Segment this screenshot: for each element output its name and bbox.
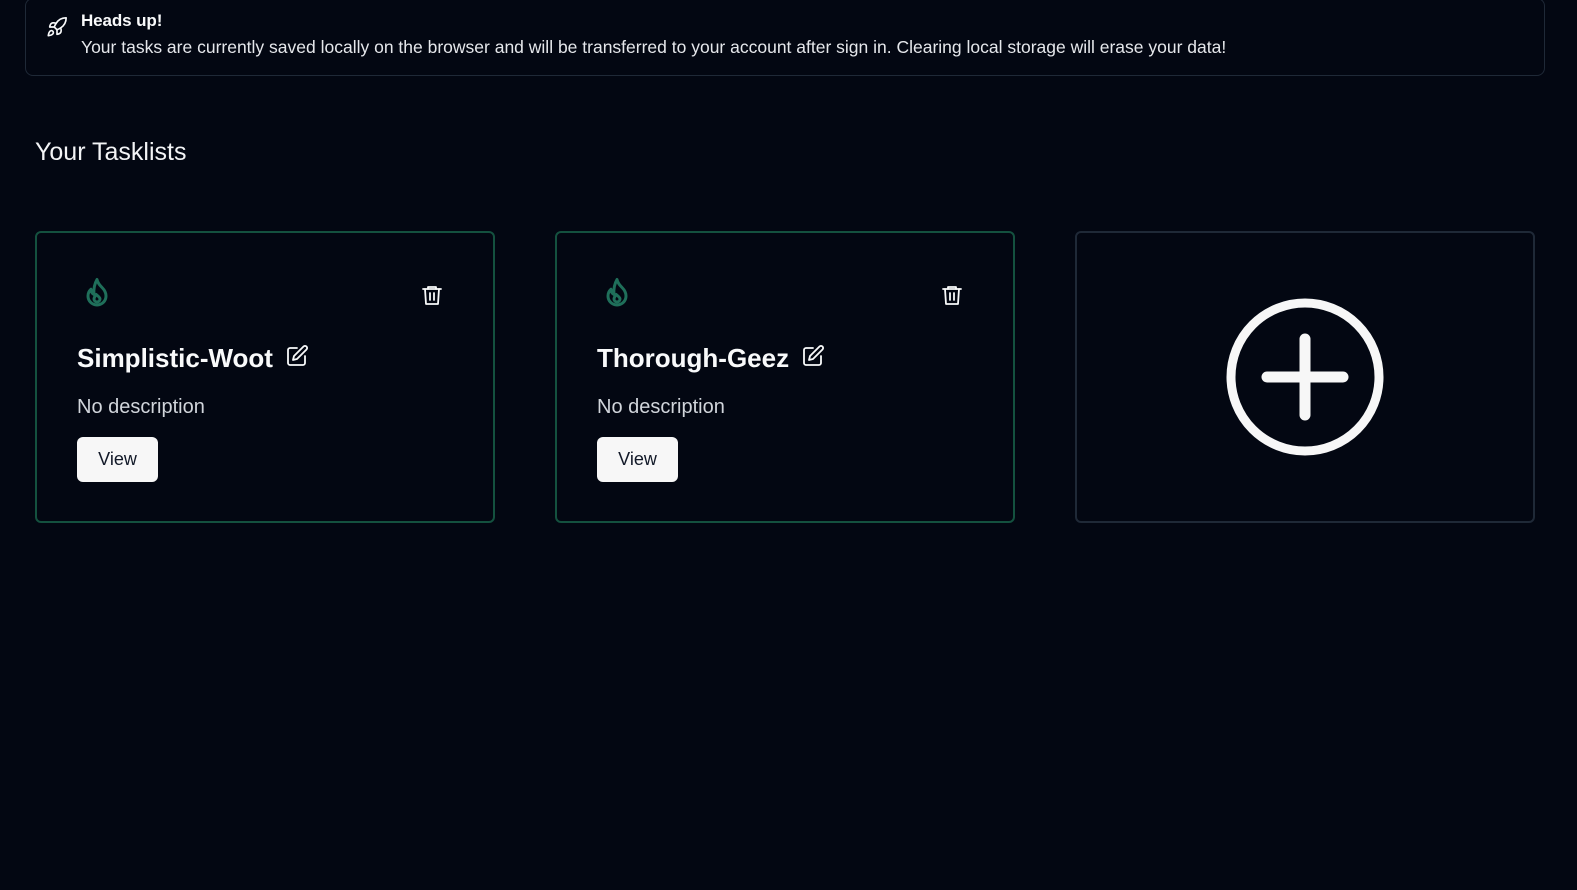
add-tasklist-button[interactable] xyxy=(1075,231,1535,523)
tasklist-name: Thorough-Geez xyxy=(597,343,790,373)
tasklist-title: Thorough-Geez xyxy=(597,343,825,374)
edit-icon[interactable] xyxy=(285,344,309,368)
alert-banner: Heads up! Your tasks are currently saved… xyxy=(25,0,1545,76)
tasklist-title: Simplistic-Woot xyxy=(77,343,309,374)
flame-icon xyxy=(606,278,628,307)
plus-circle-icon xyxy=(1226,298,1384,456)
view-button[interactable]: View xyxy=(77,437,158,482)
delete-tasklist-button[interactable] xyxy=(940,283,964,307)
delete-tasklist-button[interactable] xyxy=(420,283,444,307)
rocket-icon xyxy=(47,17,67,37)
edit-icon[interactable] xyxy=(801,344,825,368)
tasklist-description: No description xyxy=(77,396,205,418)
flame-icon xyxy=(86,278,108,307)
page-title: Your Tasklists xyxy=(35,138,187,166)
tasklist-description: No description xyxy=(597,396,725,418)
tasklist-name: Simplistic-Woot xyxy=(77,343,273,373)
view-button[interactable]: View xyxy=(597,437,678,482)
tasklist-card: Simplistic-Woot No description View xyxy=(35,231,495,523)
alert-message: Your tasks are currently saved locally o… xyxy=(81,37,1227,57)
alert-title: Heads up! xyxy=(81,11,163,30)
tasklist-card: Thorough-Geez No description View xyxy=(555,231,1015,523)
